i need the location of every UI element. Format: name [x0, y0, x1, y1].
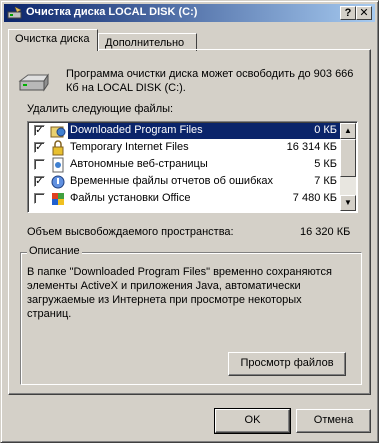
file-size: 7 480 КБ — [292, 192, 337, 204]
page-icon — [52, 157, 64, 173]
space-value: 16 320 КБ — [300, 226, 351, 238]
list-item[interactable]: ✓ Temporary Internet Files 16 314 КБ — [30, 140, 341, 156]
disk-cleanup-window: Очистка диска LOCAL DISK (C:) ? ✕ Очистк… — [0, 0, 379, 443]
folder-globe-icon — [50, 126, 66, 138]
scroll-up-icon[interactable]: ▲ — [340, 123, 356, 139]
scroll-down-icon[interactable]: ▼ — [340, 195, 356, 211]
file-checkbox[interactable] — [34, 159, 45, 170]
cancel-button[interactable]: Отмена — [296, 409, 371, 433]
file-checkbox[interactable]: ✓ — [34, 176, 45, 187]
info-text: Программа очистки диска может освободить… — [66, 68, 354, 94]
hard-drive-icon — [18, 73, 49, 92]
help-button[interactable]: ? — [340, 6, 356, 20]
space-label: Объем высвобождаемого пространства: — [27, 226, 234, 238]
list-item[interactable]: ✓ Временные файлы отчетов об ошибках 7 К… — [30, 174, 341, 190]
file-name: Temporary Internet Files — [70, 141, 189, 153]
list-item[interactable]: Автономные веб-страницы 5 КБ — [30, 157, 341, 173]
file-checkbox[interactable]: ✓ — [34, 125, 45, 136]
disk-cleanup-icon — [7, 6, 22, 19]
file-size: 16 314 КБ — [286, 141, 337, 153]
files-to-delete-label: Удалить следующие файлы: — [27, 103, 174, 115]
file-size: 7 КБ — [314, 175, 337, 187]
file-checkbox[interactable]: ✓ — [34, 142, 45, 153]
office-icon — [52, 193, 64, 205]
description-title: Описание — [27, 245, 82, 257]
file-list[interactable]: ✓ Downloaded Program Files 0 КБ ✓ Tempor… — [27, 121, 358, 213]
lock-icon — [52, 140, 64, 156]
vertical-scrollbar[interactable]: ▲ ▼ — [340, 123, 356, 211]
description-text: В папке "Downloaded Program Files" време… — [27, 266, 332, 320]
ok-button[interactable]: OK — [214, 408, 291, 434]
file-name: Временные файлы отчетов об ошибках — [70, 175, 274, 187]
list-item[interactable]: ✓ Downloaded Program Files 0 КБ — [30, 123, 341, 139]
file-size: 0 КБ — [314, 124, 337, 136]
scroll-thumb[interactable] — [340, 139, 356, 177]
file-checkbox[interactable] — [34, 193, 45, 204]
view-files-button[interactable]: Просмотр файлов — [228, 352, 346, 376]
title-bar[interactable]: Очистка диска LOCAL DISK (C:) ? ✕ — [4, 4, 375, 22]
file-size: 5 КБ — [314, 158, 337, 170]
window-title: Очистка диска LOCAL DISK (C:) — [26, 6, 198, 18]
close-button[interactable]: ✕ — [356, 6, 372, 20]
report-icon — [51, 175, 65, 189]
tab-disk-cleanup[interactable]: Очистка диска — [8, 29, 98, 51]
file-name: Автономные веб-страницы — [70, 158, 208, 170]
list-item[interactable]: Файлы установки Office 7 480 КБ — [30, 191, 341, 207]
file-name: Downloaded Program Files — [68, 124, 205, 136]
file-name: Файлы установки Office — [70, 192, 191, 204]
